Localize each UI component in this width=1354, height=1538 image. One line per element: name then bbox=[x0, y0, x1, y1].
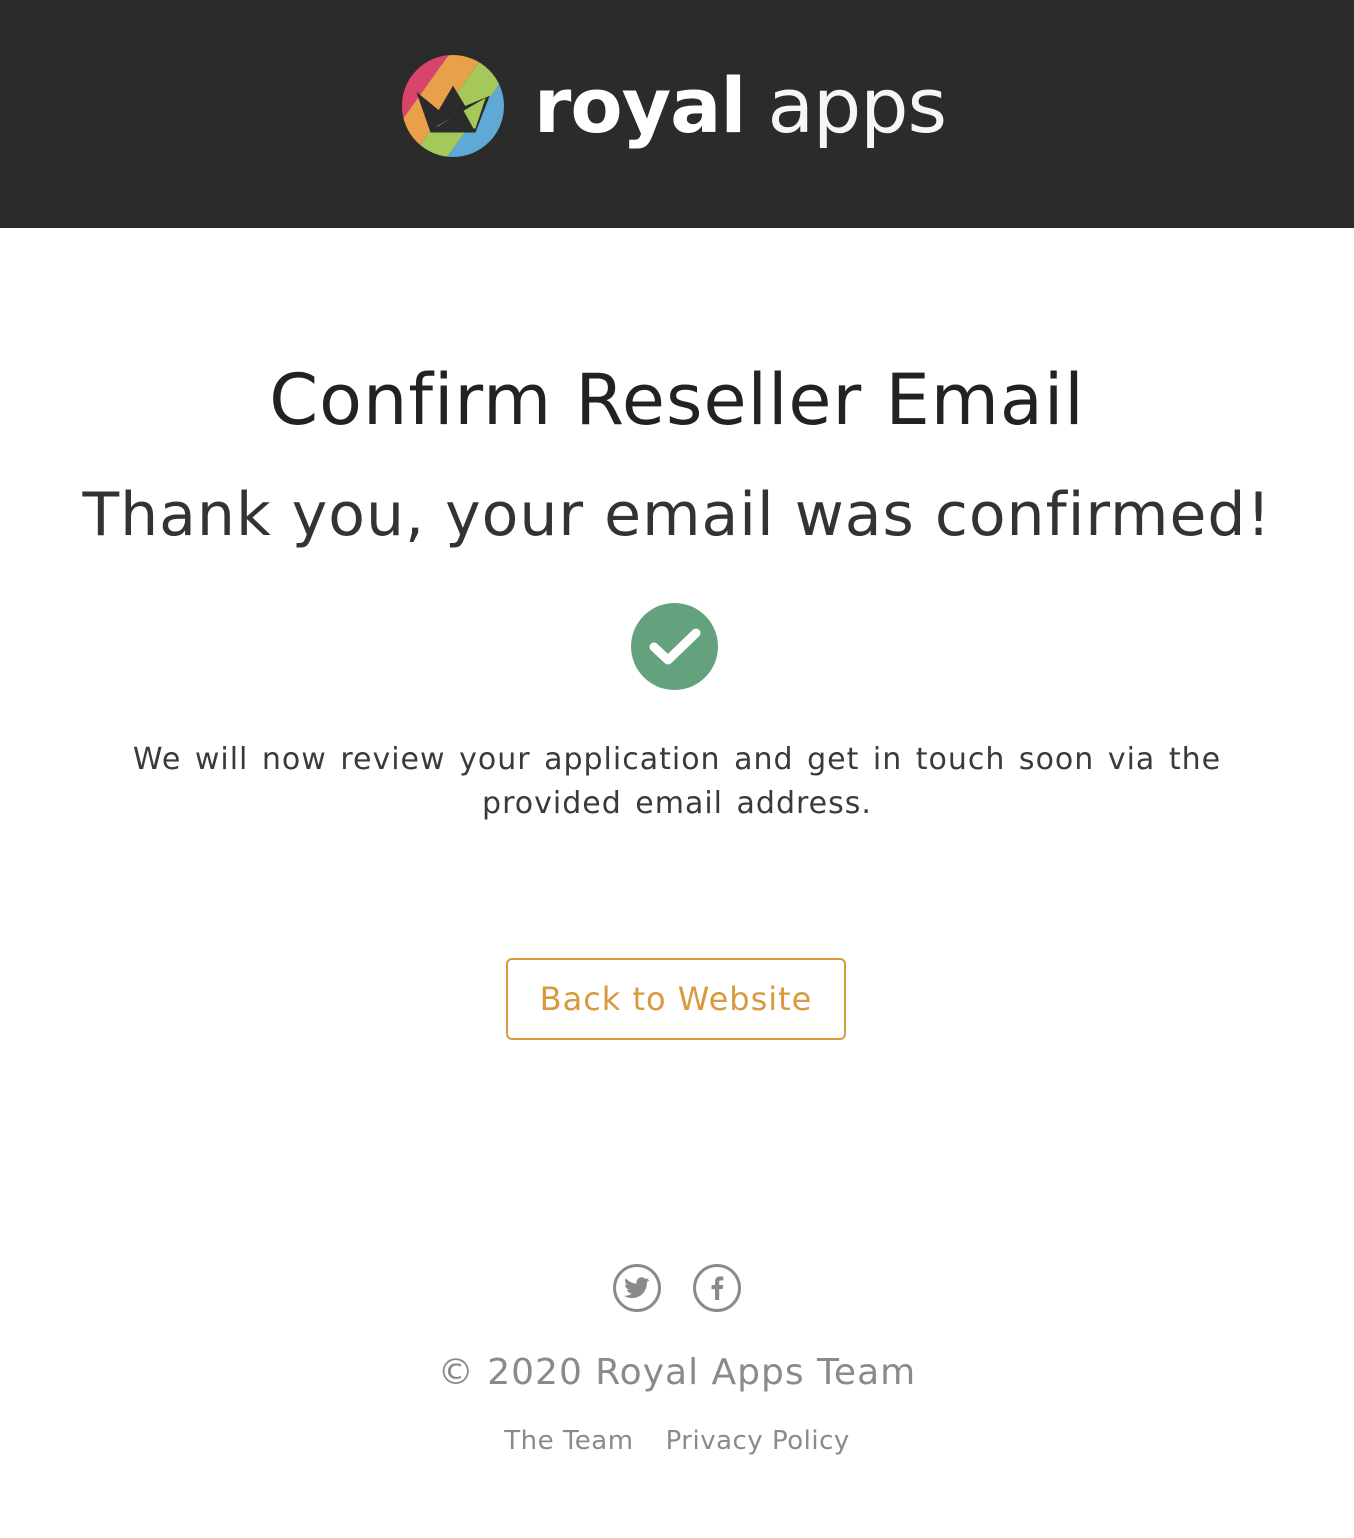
footer-link-the-team[interactable]: The Team bbox=[504, 1426, 633, 1456]
footer-link-privacy-policy[interactable]: Privacy Policy bbox=[666, 1426, 850, 1456]
back-to-website-button[interactable]: Back to Website bbox=[506, 958, 846, 1040]
brand-name-bold: royal bbox=[533, 61, 747, 150]
social-links bbox=[0, 1264, 1354, 1312]
royal-apps-logo-icon bbox=[401, 55, 504, 157]
twitter-link[interactable] bbox=[613, 1264, 661, 1312]
facebook-link[interactable] bbox=[693, 1264, 741, 1312]
facebook-icon bbox=[711, 1276, 724, 1300]
checkmark-icon bbox=[649, 628, 700, 664]
footer-nav: The Team Privacy Policy bbox=[0, 1426, 1354, 1456]
copyright-text: © 2020 Royal Apps Team bbox=[437, 1352, 917, 1393]
brand-name-light: apps bbox=[767, 61, 947, 150]
confirmation-subtitle: Thank you, your email was confirmed! bbox=[82, 480, 1272, 550]
twitter-icon bbox=[624, 1277, 650, 1299]
brand-wordmark: royal apps bbox=[534, 68, 947, 144]
site-header: royal apps bbox=[0, 0, 1354, 228]
brand-logo[interactable]: royal apps bbox=[401, 55, 947, 157]
confirmation-message: We will now review your application and … bbox=[132, 742, 1222, 821]
check-circle-icon bbox=[631, 603, 718, 690]
page-title: Confirm Reseller Email bbox=[269, 359, 1085, 441]
